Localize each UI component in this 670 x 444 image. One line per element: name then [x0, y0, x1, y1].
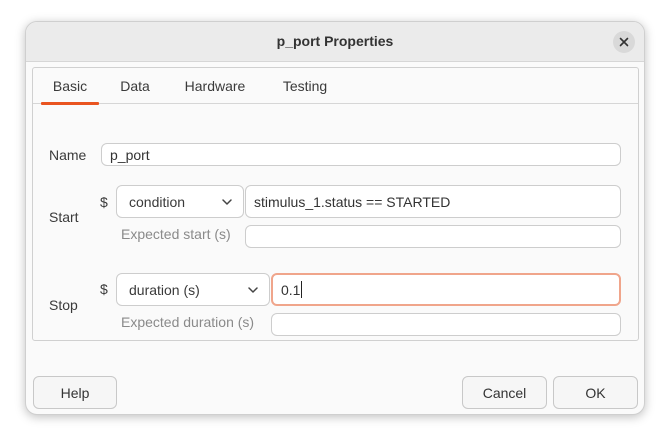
tab-label: Hardware — [184, 78, 246, 94]
tab-label: Basic — [52, 78, 88, 94]
tab-hardware[interactable]: Hardware — [174, 68, 256, 104]
start-value: stimulus_1.status == STARTED — [254, 193, 451, 210]
start-value-field[interactable]: stimulus_1.status == STARTED — [245, 185, 621, 218]
expected-start-label: Expected start (s) — [121, 226, 231, 242]
start-dollar-sign: $ — [100, 194, 108, 210]
expected-duration-label: Expected duration (s) — [121, 314, 255, 330]
tab-basic[interactable]: Basic — [41, 68, 99, 105]
stop-value-field[interactable]: 0.1 — [271, 273, 621, 306]
close-icon — [619, 37, 629, 47]
chevron-down-icon — [222, 199, 232, 205]
tab-testing[interactable]: Testing — [271, 68, 339, 104]
expected-start-field[interactable] — [245, 225, 621, 248]
name-label: Name — [49, 147, 87, 163]
chevron-down-icon — [248, 287, 258, 293]
cancel-button[interactable]: Cancel — [462, 376, 547, 409]
tab-notebook: Basic Data Hardware Testing Name p_port … — [32, 67, 639, 341]
name-field[interactable]: p_port — [101, 143, 621, 166]
dialog-title: p_port Properties — [276, 33, 394, 49]
stop-type-value: duration (s) — [129, 281, 200, 298]
start-label: Start — [49, 209, 79, 225]
stop-type-select[interactable]: duration (s) — [116, 273, 270, 306]
tab-label: Data — [120, 78, 150, 94]
close-button[interactable] — [613, 31, 635, 53]
tab-label: Testing — [282, 78, 328, 94]
start-type-value: condition — [129, 193, 186, 210]
tab-data[interactable]: Data — [111, 68, 159, 104]
help-button[interactable]: Help — [33, 376, 117, 409]
stop-label: Stop — [49, 297, 78, 313]
stop-dollar-sign: $ — [100, 281, 108, 297]
properties-dialog: p_port Properties Basic Data Hardware Te… — [25, 21, 645, 415]
title-bar: p_port Properties — [26, 22, 644, 62]
tab-bar: Basic Data Hardware Testing — [33, 68, 638, 105]
stop-value: 0.1 — [281, 281, 301, 298]
name-value: p_port — [110, 146, 150, 163]
expected-duration-field[interactable] — [271, 313, 621, 336]
ok-button[interactable]: OK — [553, 376, 638, 409]
start-type-select[interactable]: condition — [116, 185, 244, 218]
text-cursor — [301, 281, 303, 298]
